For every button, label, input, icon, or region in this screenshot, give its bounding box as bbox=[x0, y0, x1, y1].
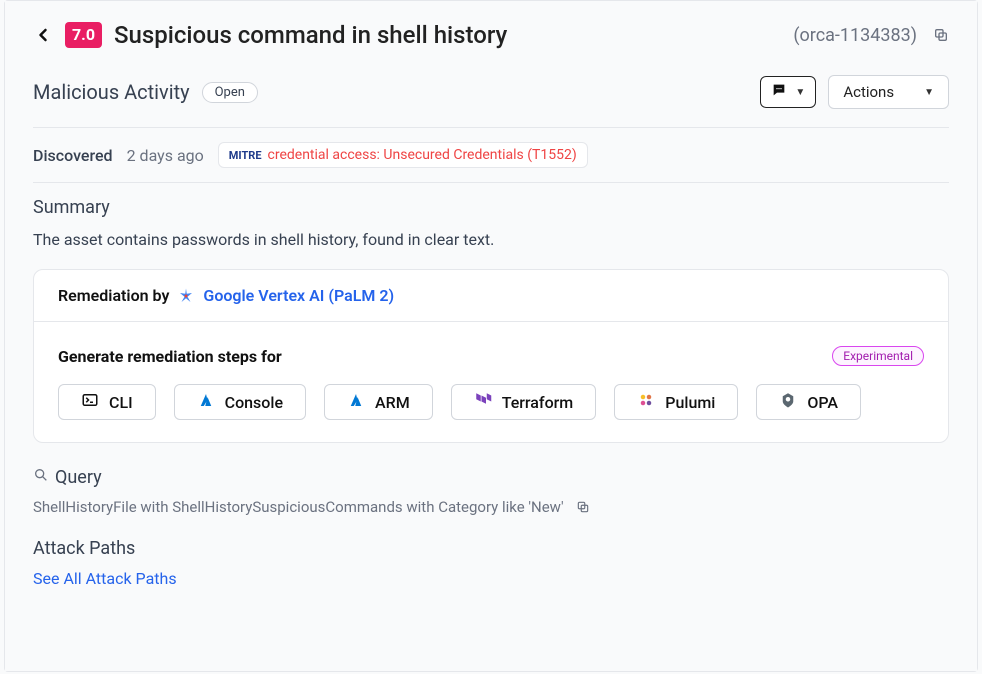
actions-label: Actions bbox=[843, 83, 894, 101]
terminal-icon bbox=[81, 391, 99, 413]
remediation-by-label: Remediation by bbox=[58, 286, 169, 305]
azure-icon bbox=[347, 391, 365, 413]
remediation-card: Remediation by Google Vertex AI (PaLM 2)… bbox=[33, 269, 949, 443]
mitre-prefix: MITRE bbox=[229, 149, 262, 162]
chip-label: Pulumi bbox=[665, 393, 715, 412]
summary-title: Summary bbox=[33, 197, 949, 218]
discovered-label: Discovered bbox=[33, 146, 113, 165]
comment-button[interactable]: ▼ bbox=[760, 76, 816, 108]
chevron-down-icon: ▼ bbox=[795, 87, 805, 98]
speech-bubble-icon bbox=[771, 82, 787, 102]
remediation-target-console[interactable]: Console bbox=[174, 384, 306, 420]
asset-id: (orca-1134383) bbox=[793, 25, 917, 46]
divider bbox=[33, 182, 949, 183]
chevron-down-icon: ▼ bbox=[924, 87, 934, 98]
divider bbox=[33, 127, 949, 128]
copy-asset-id-icon[interactable] bbox=[933, 27, 949, 43]
terraform-icon bbox=[474, 391, 492, 413]
back-button[interactable] bbox=[33, 25, 53, 45]
search-icon bbox=[33, 467, 49, 488]
remediation-engine-link[interactable]: Google Vertex AI (PaLM 2) bbox=[203, 286, 394, 305]
vertex-ai-icon bbox=[177, 287, 195, 305]
generate-steps-label: Generate remediation steps for bbox=[58, 347, 282, 366]
chip-label: ARM bbox=[375, 393, 410, 412]
azure-icon bbox=[197, 391, 215, 413]
query-title: Query bbox=[55, 467, 102, 488]
status-badge: Open bbox=[202, 82, 258, 103]
chip-label: OPA bbox=[807, 393, 838, 412]
discovered-time: 2 days ago bbox=[127, 146, 204, 165]
experimental-badge: Experimental bbox=[832, 346, 924, 366]
actions-dropdown[interactable]: Actions ▼ bbox=[828, 75, 949, 109]
summary-text: The asset contains passwords in shell hi… bbox=[33, 230, 949, 249]
chip-label: CLI bbox=[109, 393, 133, 412]
query-text: ShellHistoryFile with ShellHistorySuspic… bbox=[33, 498, 564, 516]
severity-score-badge: 7.0 bbox=[65, 22, 102, 48]
copy-query-icon[interactable] bbox=[576, 500, 590, 514]
mitre-tactic-text: credential access: Unsecured Credentials… bbox=[268, 147, 577, 163]
remediation-target-arm[interactable]: ARM bbox=[324, 384, 433, 420]
remediation-target-pulumi[interactable]: Pulumi bbox=[614, 384, 738, 420]
opa-icon bbox=[779, 391, 797, 413]
see-all-attack-paths-link[interactable]: See All Attack Paths bbox=[33, 569, 177, 588]
mitre-tag[interactable]: MITRE credential access: Unsecured Crede… bbox=[218, 142, 588, 168]
remediation-target-terraform[interactable]: Terraform bbox=[451, 384, 597, 420]
remediation-target-cli[interactable]: CLI bbox=[58, 384, 156, 420]
chip-label: Terraform bbox=[502, 393, 574, 412]
chip-label: Console bbox=[225, 393, 283, 412]
pulumi-icon bbox=[637, 391, 655, 413]
alert-category: Malicious Activity bbox=[33, 80, 190, 104]
page-title: Suspicious command in shell history bbox=[114, 21, 507, 49]
remediation-target-opa[interactable]: OPA bbox=[756, 384, 861, 420]
attack-paths-title: Attack Paths bbox=[33, 538, 949, 559]
